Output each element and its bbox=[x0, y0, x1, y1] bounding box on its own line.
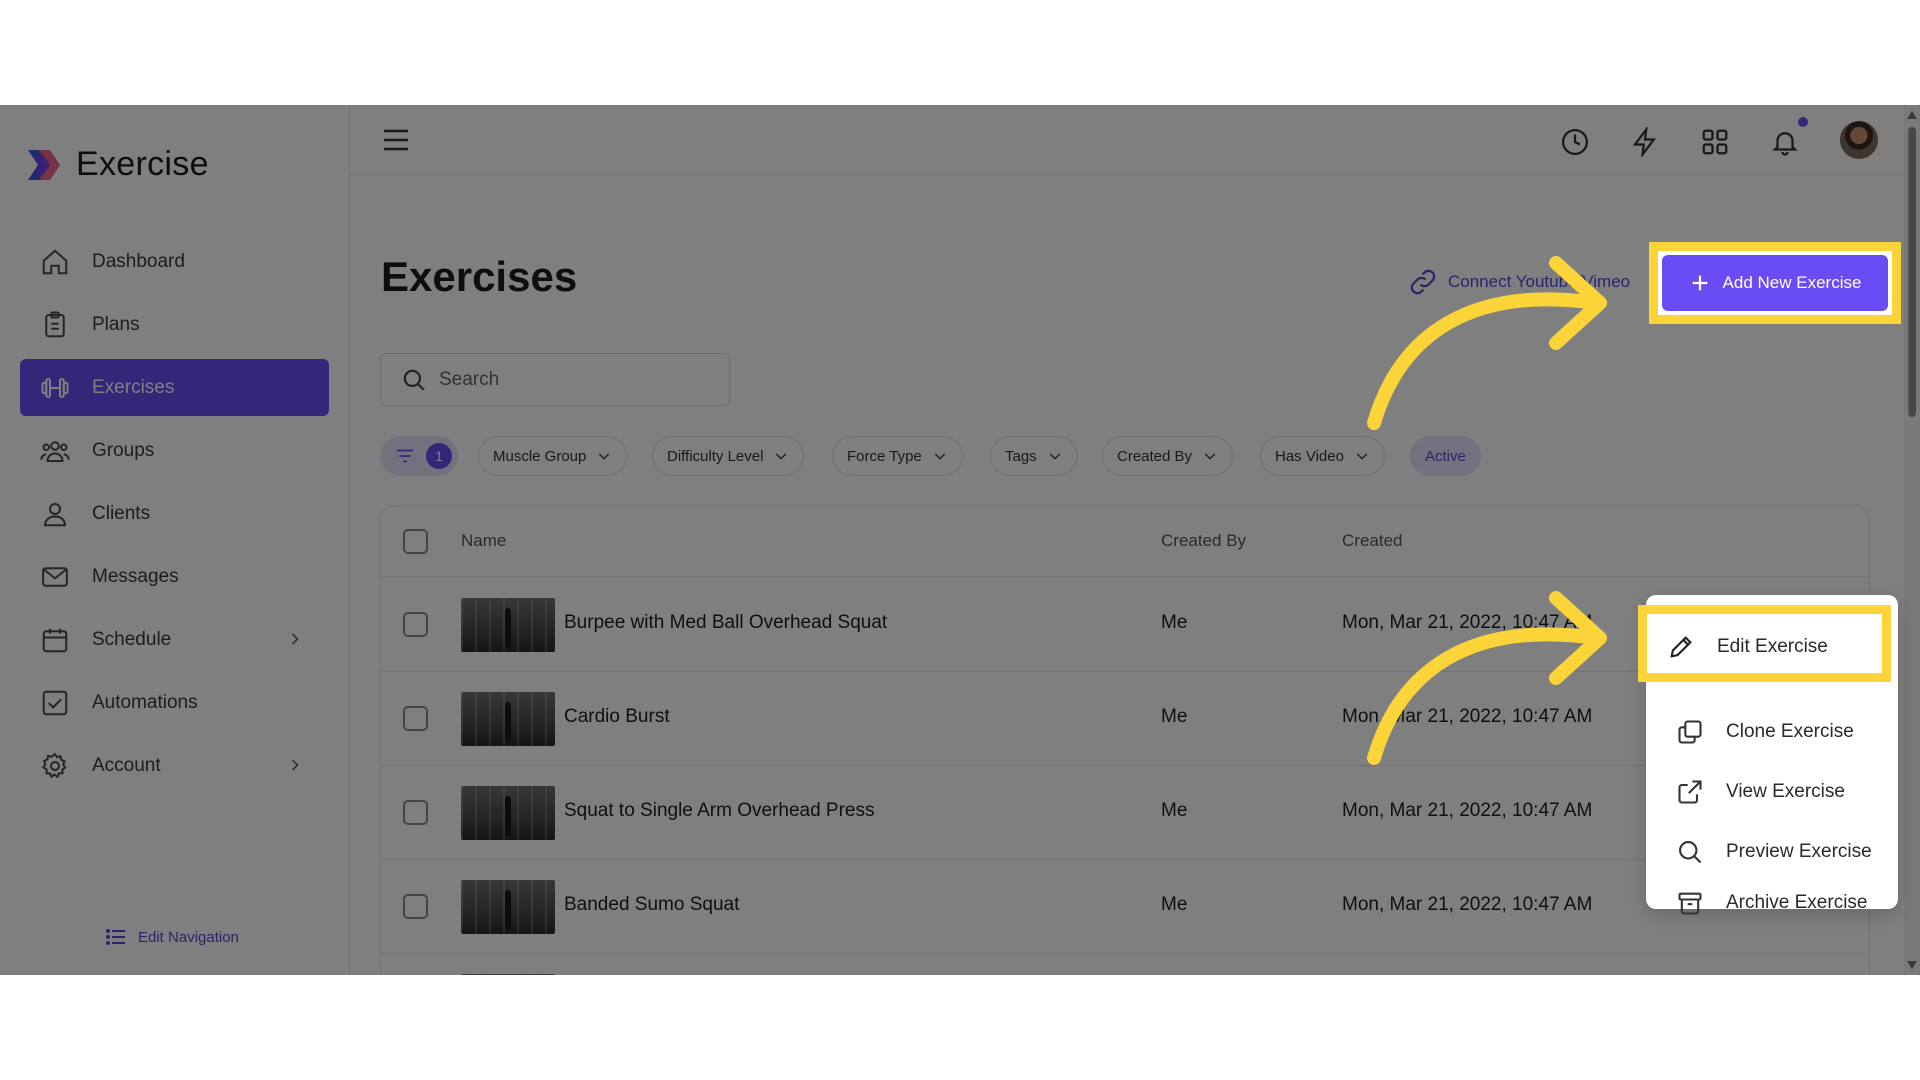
menu-item-preview-exercise[interactable]: Preview Exercise bbox=[1646, 823, 1898, 881]
copy-icon bbox=[1678, 720, 1702, 744]
highlight-add-new-exercise: Add New Exercise bbox=[1649, 242, 1901, 324]
menu-item-label: Edit Exercise bbox=[1717, 636, 1828, 657]
menu-item-view-exercise[interactable]: View Exercise bbox=[1646, 763, 1898, 821]
menu-item-archive-exercise[interactable]: Archive Exercise bbox=[1646, 881, 1898, 925]
menu-item-clone-exercise[interactable]: Clone Exercise bbox=[1646, 703, 1898, 761]
app-window: Exercise Dashboard Plans Exercises Group… bbox=[0, 105, 1920, 975]
callout-arrow-icon bbox=[1367, 256, 1607, 430]
search-icon bbox=[1679, 841, 1702, 864]
pencil-icon bbox=[1670, 636, 1692, 658]
dim-overlay bbox=[0, 105, 1920, 975]
menu-item-label: Archive Exercise bbox=[1726, 892, 1868, 913]
plus-icon bbox=[1692, 275, 1707, 291]
external-link-icon bbox=[1678, 780, 1702, 804]
add-new-exercise-label: Add New Exercise bbox=[1722, 273, 1862, 292]
highlight-edit-exercise: Edit Exercise bbox=[1638, 605, 1891, 682]
add-new-exercise-button-highlighted[interactable]: Add New Exercise bbox=[1662, 255, 1888, 311]
callout-arrow-icon bbox=[1367, 591, 1607, 765]
menu-item-edit-exercise[interactable]: Edit Exercise bbox=[1647, 618, 1899, 676]
archive-icon bbox=[1678, 892, 1702, 915]
menu-item-label: Clone Exercise bbox=[1726, 721, 1854, 742]
menu-item-label: View Exercise bbox=[1726, 781, 1845, 802]
menu-item-label: Preview Exercise bbox=[1726, 841, 1872, 862]
